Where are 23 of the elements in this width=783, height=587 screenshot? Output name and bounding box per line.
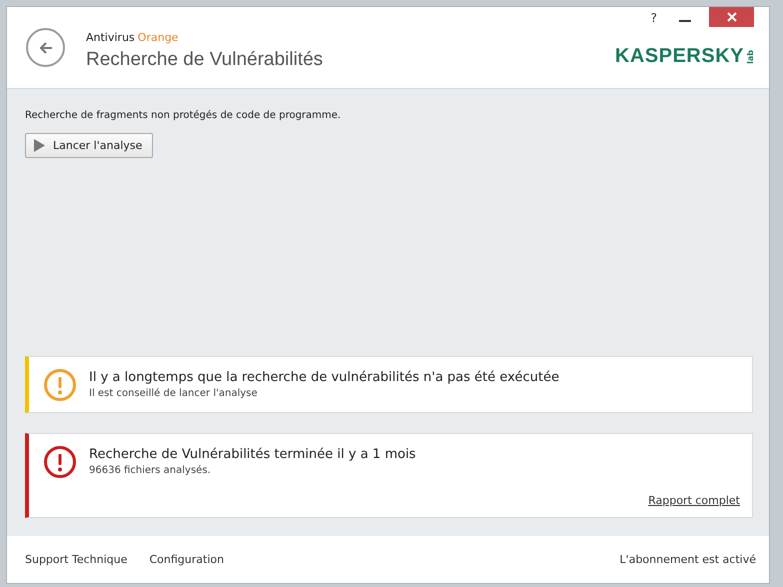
- alert-subtitle: Il est conseillé de lancer l'analyse: [89, 388, 258, 399]
- alert-title: Il y a longtemps que la recherche de vulnérabilités n'a pas été exécutée: [89, 370, 560, 385]
- start-scan-button[interactable]: Lancer l'analyse: [25, 133, 154, 158]
- close-icon: [726, 12, 736, 22]
- footer-link[interactable]: Configuration: [149, 553, 224, 566]
- alert-subtitle: 96636 fichiers analysés.: [89, 465, 212, 476]
- report-link[interactable]: Rapport complet: [648, 494, 740, 507]
- help-button[interactable]: ?: [646, 7, 661, 25]
- minimize-icon: [679, 20, 691, 22]
- alert-icon: [43, 368, 77, 402]
- page-title: Recherche de Vulnérabilités: [86, 48, 324, 70]
- back-button[interactable]: [26, 28, 65, 67]
- product-edition: Orange: [138, 30, 178, 44]
- back-arrow-icon: [38, 40, 54, 54]
- alert-title: Recherche de Vulnérabilités terminée il y a 1 mois: [89, 447, 417, 462]
- footer-link[interactable]: Support Technique: [25, 553, 128, 566]
- close-button[interactable]: [709, 7, 754, 27]
- description-text: Recherche de fragments non protégés de code de programme.: [25, 110, 342, 121]
- subscription-status: L'abonnement est activé: [620, 553, 756, 566]
- logo: KASPERSKY lab: [615, 45, 755, 68]
- alert-icon: [43, 445, 77, 479]
- play-icon: [34, 139, 45, 152]
- product-name: Antivirus: [86, 30, 135, 44]
